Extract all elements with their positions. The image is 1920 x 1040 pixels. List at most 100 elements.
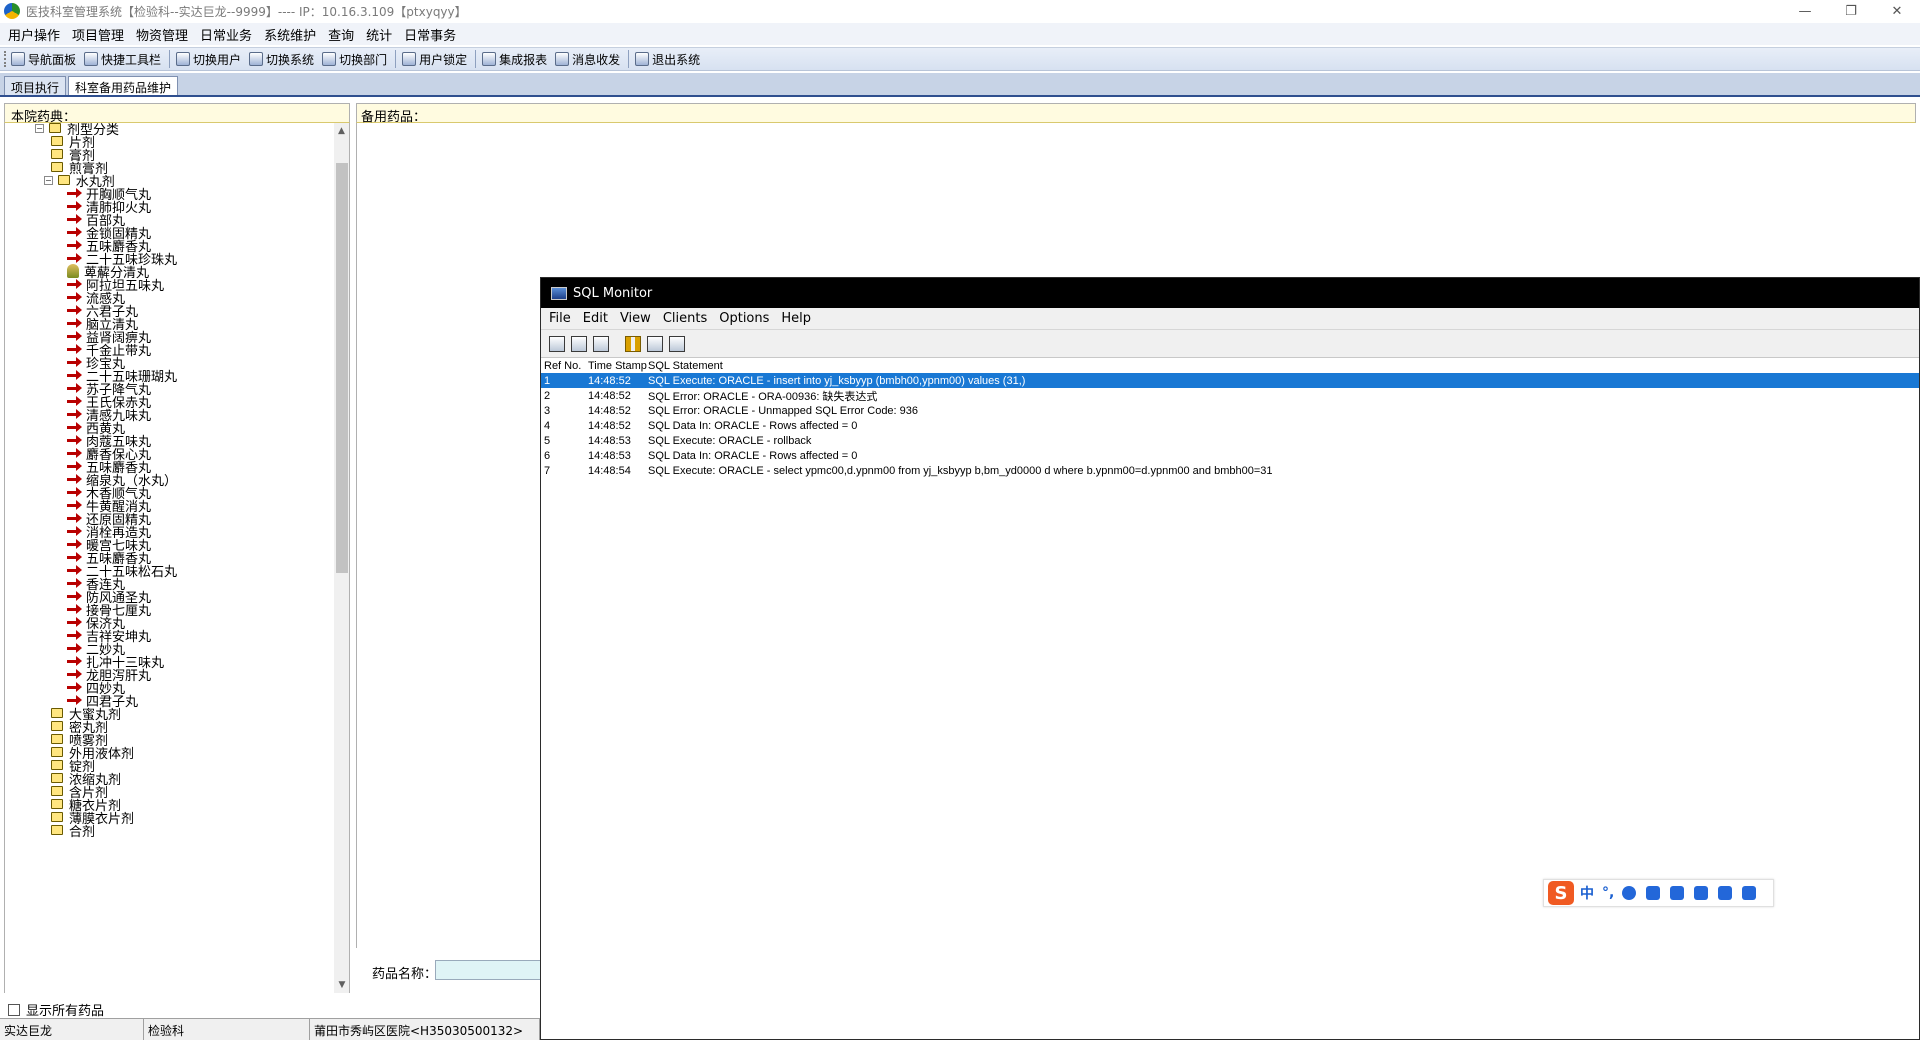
microphone-icon[interactable]	[1646, 886, 1661, 900]
toolbox-icon[interactable]	[1742, 886, 1757, 900]
col-ref-no[interactable]: Ref No.	[544, 360, 588, 372]
drug-arrow-icon	[67, 461, 82, 471]
title-bar: 医技科室管理系统【检验科--实达巨龙--9999】---- IP：10.16.3…	[0, 0, 1920, 22]
sm-menu-options[interactable]: Options	[715, 311, 777, 326]
switch-department-button[interactable]: 切换部门	[322, 51, 387, 68]
menu-project-mgmt[interactable]: 项目管理	[66, 25, 130, 44]
col-sql-statement[interactable]: SQL Statement	[648, 360, 1919, 372]
exit-system-button[interactable]: 退出系统	[635, 51, 700, 68]
sm-menu-view[interactable]: View	[616, 311, 659, 326]
folder-icon	[51, 799, 63, 809]
folder-icon	[51, 786, 63, 796]
drug-arrow-icon	[67, 279, 82, 289]
copy-icon[interactable]	[571, 335, 587, 352]
restore-button[interactable]: ❐	[1828, 0, 1874, 22]
scroll-down-icon[interactable]: ▼	[334, 977, 350, 993]
toolbar-grip[interactable]	[4, 51, 7, 67]
formulary-tree[interactable]: − 剂型分类 片剂 膏剂 煎膏剂 − 水丸剂 开胸顺气丸 清肺抑火丸 百部丸 金锁固精丸 五味麝香丸二…	[4, 123, 334, 993]
checkbox-box[interactable]	[8, 1003, 20, 1016]
tab-dept-reserve-drugs[interactable]: 科室备用药品维护	[68, 76, 179, 95]
integrated-report-button[interactable]: 集成报表	[482, 51, 547, 68]
drug-arrow-icon	[67, 474, 82, 484]
drug-arrow-icon	[67, 682, 82, 692]
emoji-icon[interactable]	[1622, 886, 1637, 900]
tab-strip: 项目执行 科室备用药品维护	[0, 73, 1920, 97]
switch-system-button[interactable]: 切换系统	[249, 51, 314, 68]
collapse-icon[interactable]: −	[43, 175, 53, 185]
sql-log-row[interactable]: 1 14:48:52 SQL Execute: ORACLE - insert in…	[541, 373, 1919, 388]
toolbar-separator	[395, 50, 397, 68]
clear-icon[interactable]	[593, 335, 609, 352]
sql-log-row[interactable]: 3 14:48:52 SQL Error: ORACLE - Unmapped SQ…	[541, 403, 1919, 418]
sql-log-row[interactable]: 5 14:48:53 SQL Execute: ORACLE - rollback	[541, 433, 1919, 448]
ime-mode-toggle[interactable]: 中	[1580, 883, 1594, 903]
sql-monitor-titlebar[interactable]: SQL Monitor	[541, 278, 1919, 308]
menu-daily-business[interactable]: 日常业务	[194, 25, 258, 44]
folder-icon	[51, 149, 63, 159]
ime-punctuation-toggle[interactable]: °,	[1602, 885, 1614, 901]
log-ref-no: 1	[544, 374, 551, 387]
drug-arrow-icon	[67, 188, 82, 198]
minimize-button[interactable]: —	[1782, 0, 1828, 22]
status-company: 实达巨龙	[0, 1019, 144, 1040]
toolbar-separator	[628, 50, 630, 68]
scroll-thumb[interactable]	[336, 163, 348, 573]
log-timestamp: 14:48:54	[588, 464, 631, 477]
menu-daily-affairs[interactable]: 日常事务	[398, 25, 462, 44]
quick-toolbar-button[interactable]: 快捷工具栏	[84, 51, 161, 68]
log-ref-no: 5	[544, 434, 551, 447]
nav-panel-icon	[11, 52, 25, 66]
sm-menu-edit[interactable]: Edit	[579, 311, 616, 326]
skin-icon[interactable]	[1718, 886, 1733, 900]
sm-menu-clients[interactable]: Clients	[659, 311, 715, 326]
log-statement: SQL Error: ORACLE - Unmapped SQL Error C…	[648, 404, 919, 417]
sm-menu-help[interactable]: Help	[777, 311, 819, 326]
user-center-icon[interactable]	[1694, 886, 1709, 900]
save-log-icon[interactable]	[549, 335, 565, 352]
drug-arrow-icon	[67, 422, 82, 432]
scroll-up-icon[interactable]: ▲	[334, 123, 349, 139]
drug-arrow-icon	[67, 630, 82, 640]
trace-options-icon[interactable]	[669, 335, 685, 352]
nav-panel-button[interactable]: 导航面板	[11, 51, 76, 68]
menu-system-maintenance[interactable]: 系统维护	[258, 25, 322, 44]
tree-scrollbar[interactable]: ▲ ▼	[334, 123, 350, 993]
menu-supplies-mgmt[interactable]: 物资管理	[130, 25, 194, 44]
menu-user-ops[interactable]: 用户操作	[2, 25, 66, 44]
log-ref-no: 2	[544, 389, 551, 402]
tab-project-execution[interactable]: 项目执行	[4, 76, 67, 95]
pause-icon[interactable]	[625, 335, 641, 352]
cascade-icon[interactable]	[647, 335, 663, 352]
report-icon	[482, 52, 497, 66]
drug-name-label: 药品名称：	[372, 967, 438, 982]
sql-log-row[interactable]: 2 14:48:52 SQL Error: ORACLE - ORA-00936: …	[541, 388, 1919, 403]
menu-query[interactable]: 查询	[322, 25, 360, 44]
show-all-drugs-checkbox[interactable]: 显示所有药品	[8, 1000, 104, 1019]
close-button[interactable]: ✕	[1874, 0, 1920, 22]
status-department: 检验科	[144, 1019, 310, 1040]
window-title: 医技科室管理系统【检验科--实达巨龙--9999】---- IP：10.16.3…	[26, 4, 467, 19]
sql-log-list[interactable]: Ref No. Time Stamp SQL Statement 1 14:48:…	[541, 359, 1919, 1039]
folder-icon	[51, 773, 63, 783]
sql-monitor-window[interactable]: SQL Monitor File Edit View Clients Optio…	[540, 277, 1920, 1040]
sql-log-row[interactable]: 7 14:48:54 SQL Execute: ORACLE - select yp…	[541, 463, 1919, 478]
sm-menu-file[interactable]: File	[545, 311, 579, 326]
user-lock-button[interactable]: 用户锁定	[402, 51, 467, 68]
sql-log-row[interactable]: 4 14:48:52 SQL Data In: ORACLE - Rows affe…	[541, 418, 1919, 433]
info-icon	[555, 52, 570, 66]
log-statement: SQL Data In: ORACLE - Rows affected = 0	[648, 419, 858, 432]
tree-folder[interactable]: 合剂	[51, 822, 95, 840]
log-timestamp: 14:48:52	[588, 374, 631, 387]
collapse-icon[interactable]: −	[35, 123, 44, 133]
drug-arrow-icon	[67, 409, 82, 419]
drug-name-input[interactable]	[435, 960, 545, 980]
keyboard-icon[interactable]	[1670, 886, 1685, 900]
status-hospital: 莆田市秀屿区医院<H35030500132>	[310, 1019, 540, 1040]
ime-toolbar[interactable]: S 中 °,	[1543, 879, 1774, 907]
messages-button[interactable]: 消息收发	[555, 51, 620, 68]
sogou-logo-icon[interactable]: S	[1548, 881, 1574, 905]
switch-user-button[interactable]: 切换用户	[176, 51, 241, 68]
sql-log-row[interactable]: 6 14:48:53 SQL Data In: ORACLE - Rows affe…	[541, 448, 1919, 463]
menu-statistics[interactable]: 统计	[360, 25, 398, 44]
col-timestamp[interactable]: Time Stamp	[588, 360, 648, 372]
